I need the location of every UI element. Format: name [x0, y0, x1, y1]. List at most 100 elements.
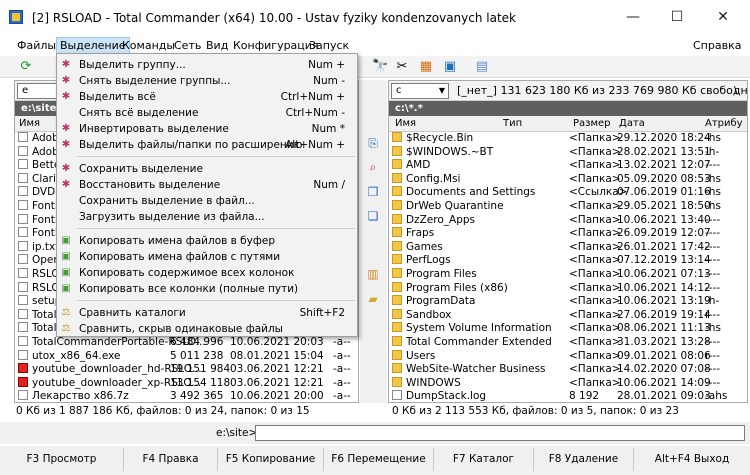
- menu-view[interactable]: Вид: [203, 39, 231, 52]
- window-title: [2] RSLOAD - Total Commander (x64) 10.00…: [32, 11, 516, 25]
- pack-icon[interactable]: ▥: [365, 266, 381, 282]
- right-drive-selector[interactable]: c ▼: [391, 83, 449, 99]
- menu-item-shortcut: Shift+F2: [299, 307, 345, 319]
- table-row[interactable]: AMD <Папка> 13.02.2021 12:07 ----: [389, 159, 747, 173]
- menu-item[interactable]: Сохранить выделение в файл...: [57, 193, 357, 209]
- table-row[interactable]: Sandbox <Папка> 27.06.2019 19:14 r---: [389, 308, 747, 323]
- right-header-size[interactable]: Размер: [573, 118, 611, 129]
- menu-item[interactable]: ✱ Сохранить выделение: [57, 161, 357, 177]
- file-icon: [18, 240, 28, 251]
- right-drive-bar: c ▼ [_нет_] 131 623 180 Кб из 233 769 980…: [389, 81, 747, 101]
- table-row[interactable]: WINDOWS <Папка> 10.06.2021 14:09 ----: [389, 376, 747, 391]
- table-row[interactable]: Config.Msi <Папка> 05.09.2020 08:53 -hs: [389, 172, 747, 187]
- menu-help[interactable]: Справка: [690, 39, 744, 52]
- binoculars-icon[interactable]: 🔭: [372, 59, 388, 75]
- refresh-icon[interactable]: ⟳: [18, 59, 34, 75]
- menu-item[interactable]: ✱ Выделить всё Ctrl+Num +: [57, 89, 357, 105]
- menu-network[interactable]: Сеть: [171, 39, 204, 52]
- menu-launch[interactable]: Запуск: [306, 39, 352, 52]
- command-input[interactable]: [255, 425, 745, 441]
- new-folder-icon[interactable]: ▰: [365, 291, 381, 307]
- cell-size: <Папка>: [569, 376, 621, 389]
- menu-item[interactable]: ▣ Копировать содержимое всех колонок: [57, 265, 357, 281]
- tools-icon[interactable]: ✂: [394, 59, 410, 75]
- table-row[interactable]: $Recycle.Bin <Папка> 29.12.2020 18:24 -hs: [389, 132, 747, 146]
- f3-view-button[interactable]: F3 Просмотр: [0, 448, 124, 471]
- table-row[interactable]: Fraps <Папка> 26.09.2019 12:07 ----: [389, 227, 747, 241]
- file-icon: [18, 308, 28, 319]
- menu-files[interactable]: Файлы: [14, 39, 59, 52]
- right-header-name[interactable]: Имя: [395, 118, 416, 129]
- move-icon[interactable]: ❏: [365, 208, 381, 224]
- f4-edit-button[interactable]: F4 Правка: [124, 448, 218, 471]
- table-row[interactable]: DrWeb Quarantine <Папка> 29.05.2021 18:50-…: [389, 199, 747, 214]
- menu-item[interactable]: ✱ Выделить группу... Num +: [57, 57, 357, 73]
- table-row[interactable]: Program Files (x86) <Папка> 10.06.2021 14:…: [389, 281, 747, 296]
- menu-item-shortcut: Num -: [313, 75, 345, 87]
- tree-icon[interactable]: ▦: [418, 59, 434, 75]
- table-row[interactable]: DumpStack.log 8 192 28.01.2021 09:03 -ahs: [389, 390, 747, 402]
- compare-icon[interactable]: ⎘: [365, 135, 381, 151]
- table-row[interactable]: ProgramData <Папка> 10.06.2021 13:19 -h-: [389, 295, 747, 309]
- right-header-attr[interactable]: Атрибу: [705, 118, 743, 129]
- f5-copy-button[interactable]: F5 Копирование: [218, 448, 324, 471]
- right-path-bar[interactable]: c:\*.*: [389, 101, 747, 116]
- menu-item[interactable]: ⚖ Сравнить, скрыв одинаковые файлы: [57, 321, 357, 337]
- file-icon: [18, 267, 28, 278]
- table-row[interactable]: PerfLogs <Папка> 07.12.2019 13:14 ----: [389, 254, 747, 268]
- menu-item[interactable]: ✱ Восстановить выделение Num /: [57, 177, 357, 193]
- table-row[interactable]: DzZero_Apps <Папка> 10.06.2021 13:40 ----: [389, 213, 747, 228]
- copy-icon[interactable]: ❐: [365, 184, 381, 200]
- table-row[interactable]: Users <Папка> 09.01.2021 08:06 r---: [389, 349, 747, 364]
- menu-item[interactable]: ⚖ Сравнить каталоги Shift+F2: [57, 305, 357, 321]
- table-row[interactable]: Total Commander Extended <Папка> 31.03.202…: [389, 335, 747, 350]
- menu-item-label: Сохранить выделение в файл...: [79, 195, 255, 207]
- total-commander-icon: [9, 10, 23, 24]
- altf4-exit-button[interactable]: Alt+F4 Выход: [634, 448, 750, 471]
- menu-item[interactable]: ✱ Снять выделение группы... Num -: [57, 73, 357, 89]
- menu-separator: [77, 228, 355, 229]
- menu-item[interactable]: ▣ Копировать имена файлов с путями: [57, 249, 357, 265]
- folder-icon: [392, 132, 402, 142]
- folder-icon: [392, 254, 402, 265]
- table-row[interactable]: WebSite-Watcher Business <Папка> 14.02.202…: [389, 363, 747, 377]
- root-path-button[interactable]: \: [734, 84, 738, 97]
- menu-item[interactable]: Снять всё выделение Ctrl+Num -: [57, 105, 357, 121]
- f7-mkdir-button[interactable]: F7 Каталог: [434, 448, 534, 471]
- table-row[interactable]: youtube_downloader_hd-RSLO... 19 151 984 0…: [15, 363, 358, 377]
- minimize-button[interactable]: —: [610, 4, 656, 30]
- table-row[interactable]: System Volume Information <Папка> 08.06.20…: [389, 322, 747, 336]
- menu-item[interactable]: Загрузить выделение из файла...: [57, 209, 357, 225]
- file-icon: [18, 172, 28, 183]
- folder-icon: [392, 376, 402, 387]
- search-file-icon[interactable]: ⌕: [365, 159, 381, 175]
- menu-item[interactable]: ✱ Инвертировать выделение Num *: [57, 121, 357, 137]
- table-row[interactable]: utox_x86_64.exe 5 011 238 08.01.2021 15:04…: [15, 349, 358, 364]
- menu-commands[interactable]: Команды: [119, 39, 178, 52]
- maximize-button[interactable]: ☐: [654, 4, 700, 30]
- f8-delete-button[interactable]: F8 Удаление: [534, 448, 634, 471]
- table-row[interactable]: youtube_downloader_xp-RSLO... 13 154 118 0…: [15, 376, 358, 391]
- notepad-icon[interactable]: ▤: [474, 59, 490, 75]
- folder-icon: [392, 159, 402, 170]
- close-button[interactable]: ✕: [700, 4, 746, 30]
- table-row[interactable]: Documents and Settings <Ссылка> 07.06.2019…: [389, 186, 747, 200]
- menu-item[interactable]: ▣ Копировать все колонки (полные пути): [57, 281, 357, 297]
- table-row[interactable]: Games <Папка> 26.01.2021 17:42 ----: [389, 240, 747, 255]
- select-all-icon: ✱: [61, 91, 71, 102]
- left-header-name[interactable]: Имя: [19, 118, 40, 129]
- youtube-app-icon: [18, 363, 28, 374]
- table-row[interactable]: $WINDOWS.~BT <Папка> 28.02.2021 13:51 -h-: [389, 145, 747, 160]
- archive-icon[interactable]: ▣: [442, 59, 458, 75]
- right-header-type[interactable]: Тип: [503, 118, 522, 129]
- menu-item[interactable]: ▣ Копировать имена файлов в буфер: [57, 233, 357, 249]
- folder-icon: [392, 295, 402, 306]
- table-row[interactable]: Program Files <Папка> 10.06.2021 07:13 ----: [389, 267, 747, 282]
- cell-date: 10.06.2021 13:40: [617, 213, 711, 226]
- f6-move-button[interactable]: F6 Перемещение: [324, 448, 434, 471]
- folder-icon: [392, 199, 402, 210]
- right-header-date[interactable]: Дата: [619, 118, 645, 129]
- menu-item[interactable]: ✱ Выделить файлы/папки по расширению Alt+N…: [57, 137, 357, 153]
- table-row[interactable]: TotalCommanderPortable-RSLO... 6 484 996 1…: [15, 335, 358, 350]
- table-row[interactable]: Лекарство x86.7z 3 492 365 10.06.2021 20:0…: [15, 390, 358, 402]
